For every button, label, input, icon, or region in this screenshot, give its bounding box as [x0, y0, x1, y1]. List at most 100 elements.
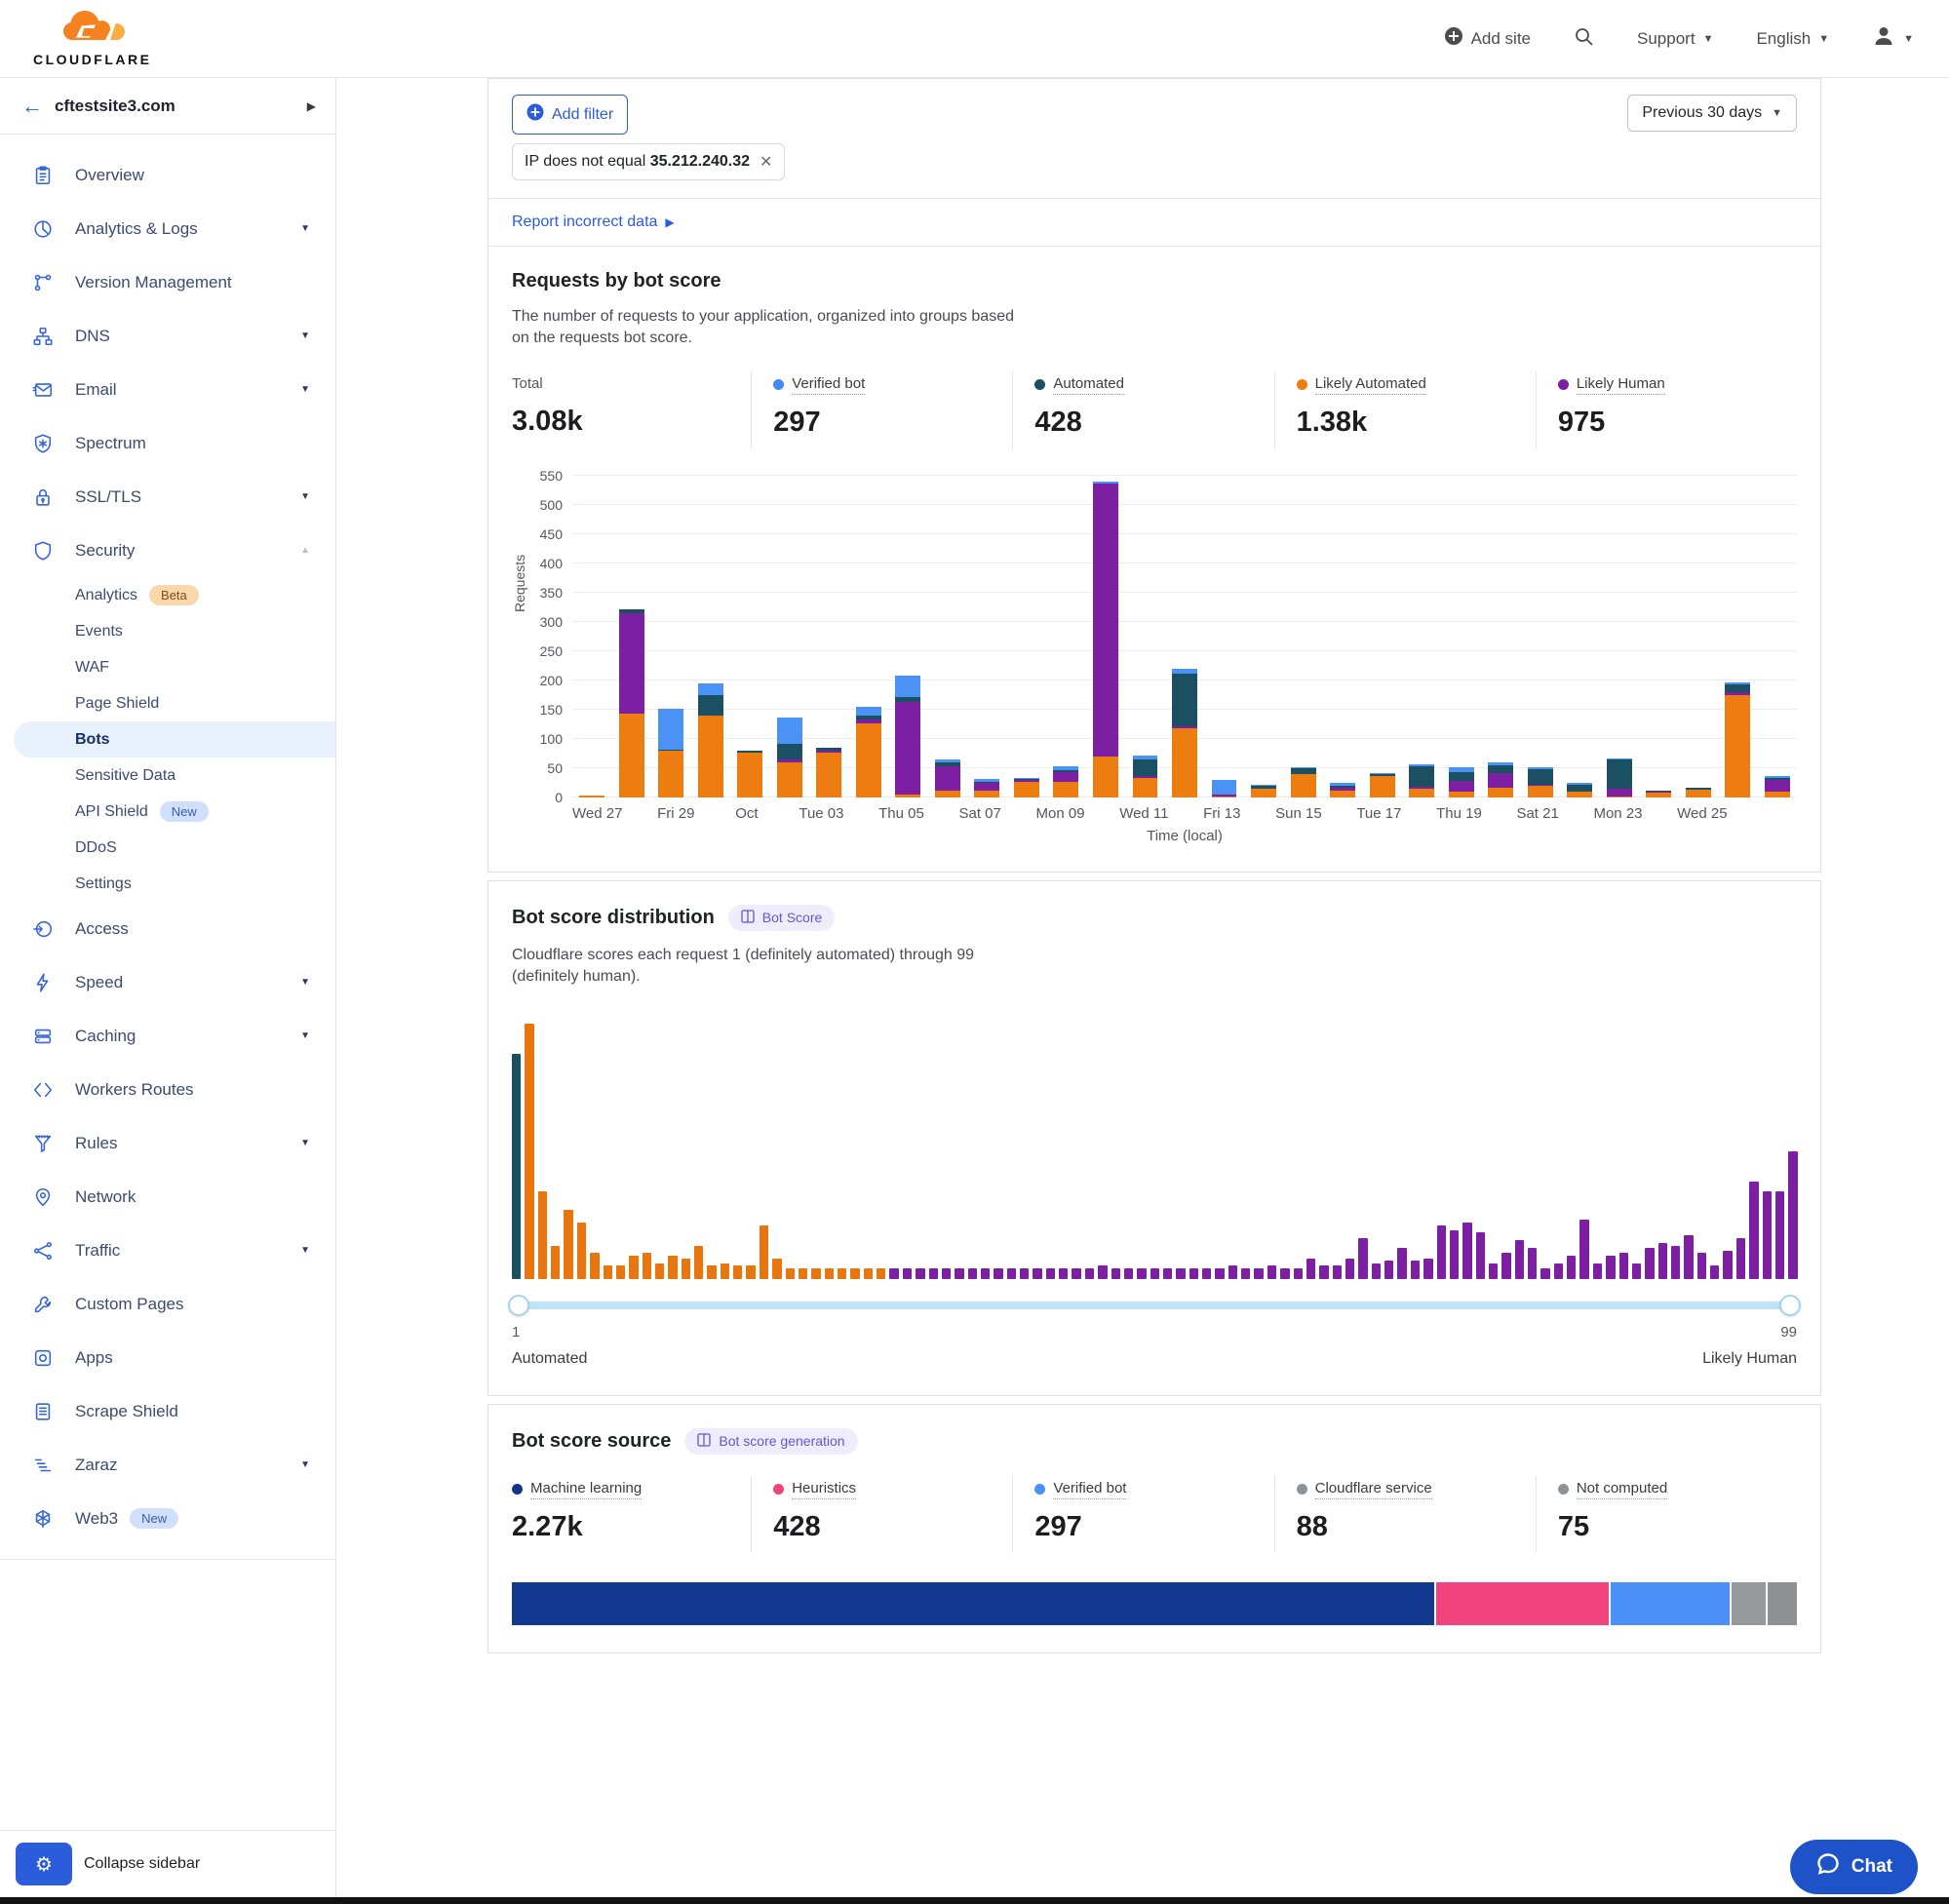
sidebar-item-analytics[interactable]: AnalyticsBeta	[0, 577, 335, 613]
stacked-bar[interactable]	[1607, 758, 1632, 797]
search-button[interactable]	[1574, 26, 1594, 52]
stacked-bar[interactable]	[1291, 767, 1316, 797]
stacked-bar[interactable]	[816, 748, 841, 797]
site-switcher-caret-icon[interactable]: ▶	[307, 99, 316, 113]
slider-track[interactable]	[512, 1302, 1797, 1309]
sidebar-item-ddos[interactable]: DDoS	[0, 830, 335, 866]
support-menu[interactable]: Support ▼	[1637, 29, 1713, 49]
rules-icon	[32, 1131, 58, 1156]
stacked-bar[interactable]	[1014, 778, 1039, 797]
sidebar-item-custom-pages[interactable]: Custom Pages	[0, 1277, 335, 1331]
distribution-bar	[1267, 1265, 1276, 1278]
sidebar-item-sensitive-data[interactable]: Sensitive Data	[0, 758, 335, 794]
account-menu[interactable]: ▼	[1872, 24, 1914, 53]
sidebar-item-analytics-logs[interactable]: Analytics & Logs▼	[0, 202, 335, 255]
slider-handle-max[interactable]	[1779, 1295, 1801, 1316]
stacked-bar[interactable]	[895, 676, 920, 797]
language-menu[interactable]: English ▼	[1756, 29, 1829, 49]
remove-filter-icon[interactable]: ✕	[760, 152, 772, 172]
sidebar-item-waf[interactable]: WAF	[0, 649, 335, 685]
stacked-bar[interactable]	[1409, 764, 1434, 797]
sidebar-item-network[interactable]: Network	[0, 1170, 335, 1224]
y-tick-label: 300	[540, 614, 563, 630]
distribution-bar	[1632, 1263, 1641, 1279]
bar-slot	[928, 476, 968, 797]
date-range-dropdown[interactable]: Previous 30 days ▼	[1627, 95, 1797, 132]
sidebar-item-apps[interactable]: Apps	[0, 1331, 335, 1384]
stacked-bar[interactable]	[1528, 767, 1553, 797]
stacked-bar[interactable]	[658, 709, 683, 797]
stacked-bar[interactable]	[1488, 762, 1513, 797]
stacked-bar[interactable]	[1725, 682, 1750, 797]
add-site-button[interactable]: Add site	[1444, 26, 1531, 51]
sidebar-item-scrape-shield[interactable]: Scrape Shield	[0, 1384, 335, 1438]
distribution-bar	[1437, 1225, 1446, 1279]
y-tick-label: 200	[540, 673, 563, 688]
sidebar-item-spectrum[interactable]: Spectrum	[0, 416, 335, 470]
sidebar-item-speed[interactable]: Speed▼	[0, 955, 335, 1009]
bot-score-doc-badge[interactable]: Bot Score	[728, 905, 835, 931]
stacked-bar[interactable]	[1172, 669, 1197, 797]
filter-chip[interactable]: IP does not equal 35.212.240.32 ✕	[512, 143, 785, 180]
stacked-bar[interactable]	[1330, 783, 1355, 797]
sidebar-item-label: Version Management	[75, 273, 232, 292]
back-arrow-icon[interactable]: ←	[21, 94, 55, 119]
sidebar-item-security[interactable]: Security▲	[0, 524, 335, 577]
sidebar-item-web3[interactable]: Web3New	[0, 1492, 335, 1545]
stacked-bar[interactable]	[974, 779, 999, 797]
source-segment-machine-learning	[512, 1582, 1436, 1625]
settings-gear-button[interactable]: ⚙	[16, 1843, 72, 1885]
stacked-bar[interactable]	[1686, 788, 1711, 797]
sidebar-item-ssl-tls[interactable]: SSL/TLS▼	[0, 470, 335, 524]
sidebar-item-caching[interactable]: Caching▼	[0, 1009, 335, 1063]
sidebar-item-bots[interactable]: Bots	[14, 721, 335, 758]
sidebar-item-settings[interactable]: Settings	[0, 866, 335, 902]
slider-handle-min[interactable]	[508, 1295, 529, 1316]
add-filter-button[interactable]: Add filter	[512, 95, 628, 135]
stacked-bar[interactable]	[619, 609, 644, 797]
stacked-bar[interactable]	[1646, 791, 1671, 797]
distribution-bar	[1749, 1182, 1758, 1279]
stacked-bar[interactable]	[1370, 773, 1395, 797]
stacked-bar[interactable]	[1133, 756, 1158, 797]
cloudflare-logo[interactable]: CLOUDFLARE	[33, 11, 151, 67]
bar-segment-likely-automated	[895, 795, 920, 797]
book-icon	[697, 1433, 712, 1450]
stacked-bar[interactable]	[1093, 482, 1118, 797]
x-tick-label: Fri 13	[1203, 805, 1240, 822]
stacked-bar[interactable]	[1212, 780, 1237, 797]
stacked-bar[interactable]	[777, 718, 802, 797]
stacked-bar[interactable]	[1053, 766, 1078, 797]
sidebar-item-rules[interactable]: Rules▼	[0, 1116, 335, 1170]
stacked-bar[interactable]	[856, 707, 881, 797]
collapse-sidebar-label[interactable]: Collapse sidebar	[84, 1855, 200, 1873]
sidebar-item-traffic[interactable]: Traffic▼	[0, 1224, 335, 1277]
sidebar-item-page-shield[interactable]: Page Shield	[0, 685, 335, 721]
distribution-bar	[525, 1024, 533, 1279]
cloudflare-cloud-icon	[60, 11, 125, 51]
sidebar-item-zaraz[interactable]: Zaraz▼	[0, 1438, 335, 1492]
stacked-bar[interactable]	[1251, 785, 1276, 797]
sidebar-item-access[interactable]: Access	[0, 902, 335, 955]
sidebar-item-email[interactable]: Email▼	[0, 363, 335, 416]
sidebar-item-overview[interactable]: Overview	[0, 148, 335, 202]
chat-button[interactable]: Chat	[1790, 1840, 1918, 1894]
stacked-bar[interactable]	[935, 759, 960, 797]
sidebar-item-events[interactable]: Events	[0, 613, 335, 649]
x-tick-label: Thu 05	[878, 805, 924, 822]
sidebar-item-workers-routes[interactable]: Workers Routes	[0, 1063, 335, 1116]
stacked-bar[interactable]	[1567, 783, 1592, 797]
stat-label-row: Machine learning	[512, 1480, 751, 1499]
sidebar-item-api-shield[interactable]: API ShieldNew	[0, 794, 335, 830]
stacked-bar[interactable]	[698, 683, 723, 797]
stacked-bar[interactable]	[737, 751, 762, 797]
distribution-bar	[838, 1268, 846, 1278]
report-incorrect-data-link[interactable]: Report incorrect data ▶	[488, 199, 1820, 246]
stat-value: 975	[1558, 407, 1797, 439]
bot-score-generation-doc-badge[interactable]: Bot score generation	[684, 1428, 857, 1455]
stacked-bar[interactable]	[579, 796, 604, 797]
stacked-bar[interactable]	[1449, 767, 1474, 797]
stacked-bar[interactable]	[1765, 776, 1790, 797]
sidebar-item-dns[interactable]: DNS▼	[0, 309, 335, 363]
sidebar-item-version-management[interactable]: Version Management	[0, 255, 335, 309]
